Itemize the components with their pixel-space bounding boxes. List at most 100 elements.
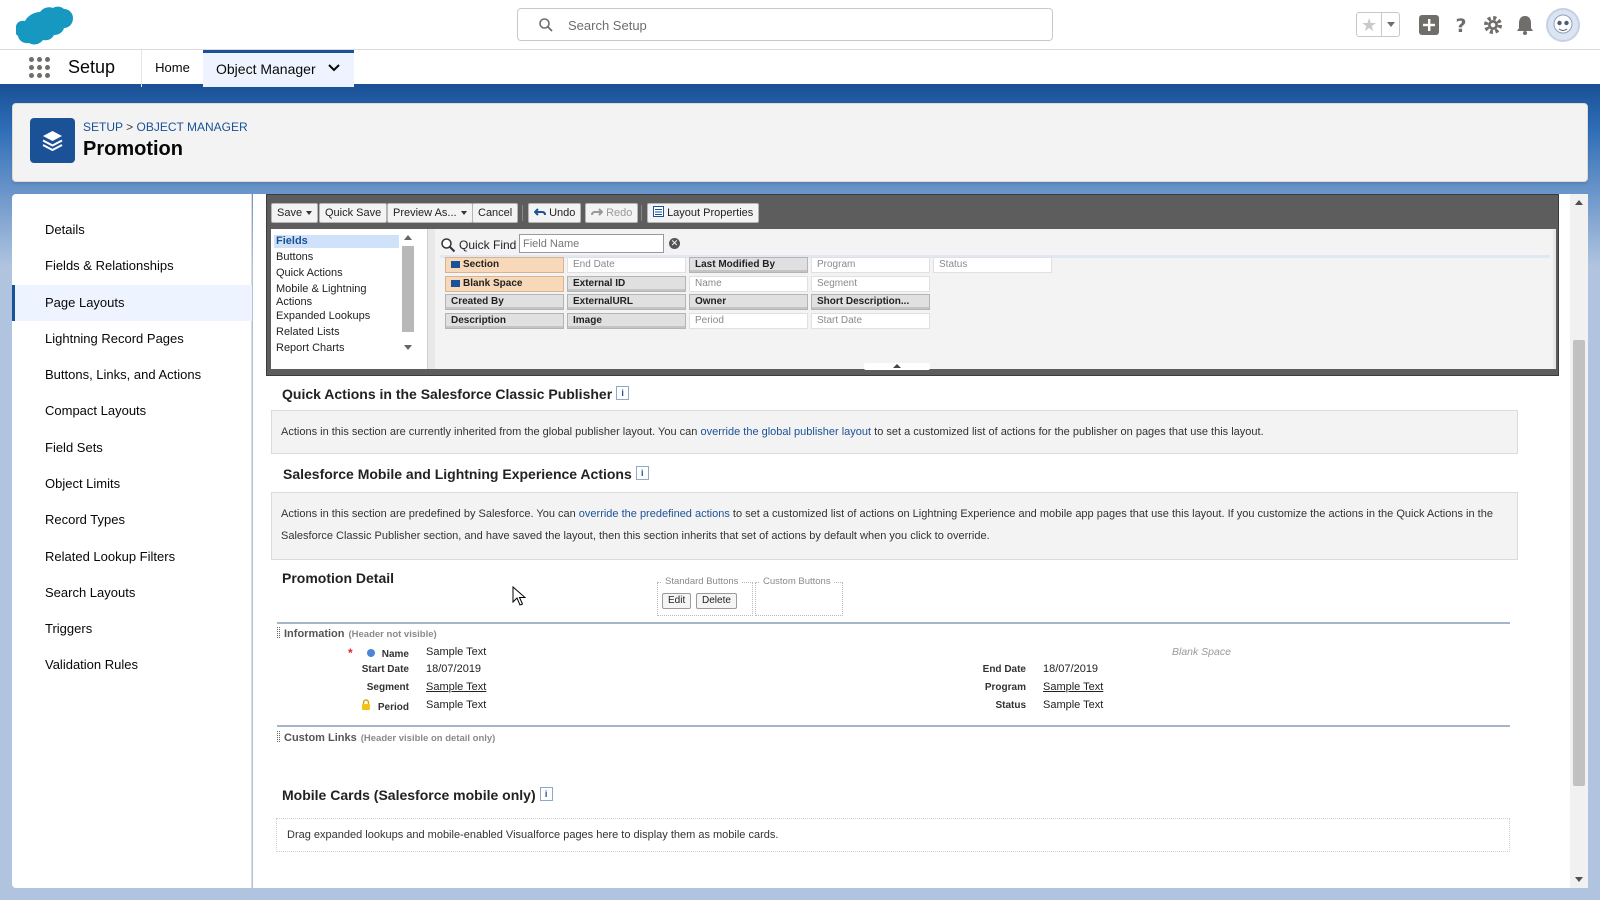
information-section-header[interactable]: Information (Header not visible)	[277, 627, 437, 640]
palette-collapse-handle[interactable]	[864, 363, 930, 370]
sidebar-item-lightning-record-pages[interactable]: Lightning Record Pages	[12, 321, 252, 357]
quick-find-input[interactable]	[519, 234, 664, 253]
edit-button[interactable]: Edit	[662, 593, 692, 609]
favorites-button[interactable]: ★	[1356, 12, 1400, 37]
field-value-segment[interactable]: Sample Text	[426, 681, 486, 693]
sidebar-item-fields-relationships[interactable]: Fields & Relationships	[12, 248, 252, 284]
palette-field-segment[interactable]: Segment	[811, 276, 930, 292]
override-global-publisher-link[interactable]: override the global publisher layout	[700, 426, 871, 438]
help-icon[interactable]: ?	[1450, 14, 1472, 36]
scroll-up-icon[interactable]	[1575, 200, 1583, 205]
field-label-start-date: Start Date	[361, 664, 409, 675]
scroll-down-icon[interactable]	[1575, 877, 1583, 882]
palette-field-section[interactable]: Section	[445, 257, 564, 273]
drag-handle-icon[interactable]	[277, 731, 280, 742]
sidebar-item-details[interactable]: Details	[12, 212, 252, 248]
app-launcher-icon[interactable]	[29, 57, 51, 79]
info-icon[interactable]: i	[635, 466, 649, 480]
breadcrumb-object-manager[interactable]: OBJECT MANAGER	[137, 120, 248, 134]
favorites-star-icon[interactable]: ★	[1361, 15, 1377, 35]
tab-home[interactable]: Home	[141, 50, 203, 87]
setup-search[interactable]	[517, 8, 1053, 41]
avatar[interactable]	[1546, 8, 1580, 42]
category-expanded-lookups[interactable]: Expanded Lookups	[274, 310, 399, 323]
toolbar-divider	[522, 205, 523, 221]
chevron-down-icon[interactable]	[328, 64, 340, 72]
palette-field-external-id[interactable]: External ID	[567, 276, 686, 292]
palette-field-program[interactable]: Program	[811, 257, 930, 273]
palette-field-start-date[interactable]: Start Date	[811, 313, 930, 329]
category-related-lists[interactable]: Related Lists	[274, 326, 399, 339]
override-predefined-actions-link[interactable]: override the predefined actions	[579, 508, 730, 520]
category-report-charts[interactable]: Report Charts	[274, 342, 399, 355]
category-quick-actions[interactable]: Quick Actions	[274, 267, 399, 280]
scroll-thumb[interactable]	[1573, 340, 1585, 786]
mobile-actions-title-text: Salesforce Mobile and Lightning Experien…	[283, 466, 632, 482]
info-icon[interactable]: i	[539, 787, 553, 801]
search-input[interactable]	[568, 15, 1028, 35]
drag-handle-icon[interactable]	[277, 627, 280, 638]
sidebar-item-object-limits[interactable]: Object Limits	[12, 466, 252, 502]
delete-button[interactable]: Delete	[696, 593, 737, 609]
sidebar-item-validation-rules[interactable]: Validation Rules	[12, 647, 252, 683]
save-dropdown-icon[interactable]	[306, 211, 313, 216]
sidebar-item-compact-layouts[interactable]: Compact Layouts	[12, 393, 252, 429]
palette-field-short-description[interactable]: Short Description...	[811, 294, 930, 310]
notification-bell-icon[interactable]	[1514, 14, 1536, 36]
sidebar-item-record-types[interactable]: Record Types	[12, 502, 252, 538]
info-icon[interactable]: i	[616, 386, 630, 400]
save-button[interactable]: Save	[271, 203, 319, 223]
sidebar-item-search-layouts[interactable]: Search Layouts	[12, 575, 252, 611]
custom-links-section-divider	[277, 725, 1510, 727]
quick-save-button[interactable]: Quick Save	[319, 203, 388, 223]
palette-field-period[interactable]: Period	[689, 313, 808, 329]
sidebar-item-field-sets[interactable]: Field Sets	[12, 430, 252, 466]
category-scrollbar[interactable]	[402, 232, 414, 364]
palette-category-list: Fields Buttons Quick Actions Mobile & Li…	[271, 229, 428, 369]
breadcrumb-setup[interactable]: SETUP	[83, 120, 123, 134]
preview-dropdown-icon[interactable]	[460, 211, 467, 216]
field-value-end-date[interactable]: 18/07/2019	[1043, 663, 1098, 675]
category-fields[interactable]: Fields	[274, 235, 399, 248]
mobile-cards-drop-zone[interactable]: Drag expanded lookups and mobile-enabled…	[276, 818, 1510, 852]
palette-field-last-modified-by[interactable]: Last Modified By	[689, 257, 808, 273]
field-value-status[interactable]: Sample Text	[1043, 699, 1103, 711]
custom-links-section-header[interactable]: Custom Links (Header visible on detail on…	[277, 731, 495, 744]
clear-search-icon[interactable]: ✕	[669, 238, 680, 249]
category-mobile-lightning-actions[interactable]: Mobile & Lightning Actions	[274, 283, 374, 309]
salesforce-logo[interactable]	[16, 6, 74, 46]
palette-field-name[interactable]: Name	[689, 276, 808, 292]
page-title: Promotion	[83, 138, 183, 160]
preview-as-button[interactable]: Preview As...	[387, 203, 473, 223]
palette-field-owner[interactable]: Owner	[689, 294, 808, 310]
blank-space-placeholder[interactable]: Blank Space	[1172, 646, 1231, 658]
field-value-program[interactable]: Sample Text	[1043, 681, 1103, 693]
field-value-name[interactable]: Sample Text	[426, 646, 486, 658]
sidebar-item-related-lookup-filters[interactable]: Related Lookup Filters	[12, 539, 252, 575]
field-value-period[interactable]: Sample Text	[426, 699, 486, 711]
undo-button[interactable]: Undo	[528, 203, 582, 223]
sidebar-item-triggers[interactable]: Triggers	[12, 611, 252, 647]
information-section-label: Information	[284, 628, 345, 640]
palette-field-image[interactable]: Image	[567, 313, 686, 329]
custom-links-section-note: (Header visible on detail only)	[360, 733, 496, 744]
settings-gear-icon[interactable]	[1482, 14, 1504, 36]
redo-button[interactable]: Redo	[585, 203, 639, 223]
palette-field-blank-space[interactable]: Blank Space	[445, 276, 564, 292]
layout-properties-button[interactable]: Layout Properties	[647, 203, 760, 223]
sidebar-item-buttons-links-actions[interactable]: Buttons, Links, and Actions	[12, 357, 252, 393]
palette-field-created-by[interactable]: Created By	[445, 294, 564, 310]
mobile-cards-section-title: Mobile Cards (Salesforce mobile only) i	[282, 787, 553, 803]
sidebar-item-page-layouts[interactable]: Page Layouts	[12, 285, 252, 321]
tab-object-manager[interactable]: Object Manager	[203, 50, 354, 87]
palette-field-externalurl[interactable]: ExternalURL	[567, 294, 686, 310]
cancel-button[interactable]: Cancel	[472, 203, 519, 223]
field-value-start-date[interactable]: 18/07/2019	[426, 663, 481, 675]
page-scrollbar[interactable]	[1570, 194, 1588, 888]
palette-field-description[interactable]: Description	[445, 313, 564, 329]
palette-field-status[interactable]: Status	[933, 257, 1052, 273]
favorites-dropdown-icon[interactable]	[1381, 13, 1400, 36]
category-buttons[interactable]: Buttons	[274, 251, 399, 264]
palette-field-end-date[interactable]: End Date	[567, 257, 686, 273]
add-icon[interactable]	[1418, 14, 1440, 36]
